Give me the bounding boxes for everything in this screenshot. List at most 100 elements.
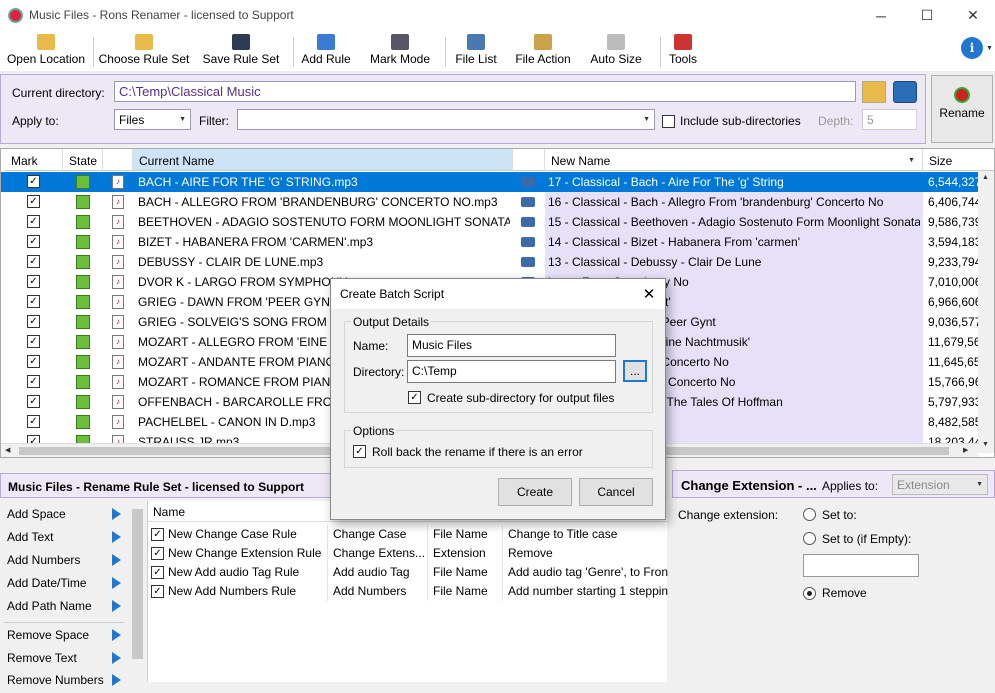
rule-row[interactable]: ✓ New Change Extension Rule Change Extens.…	[148, 544, 668, 563]
add-path-name-action[interactable]: Add Path Name	[7, 599, 92, 619]
col-new-icon[interactable]	[513, 149, 545, 171]
mark-checkbox[interactable]: ✓	[27, 415, 40, 428]
rule-description: Add audio tag 'Genre', to Fron	[508, 565, 668, 579]
set-to-radio[interactable]	[803, 508, 816, 521]
remove-space-action[interactable]: Remove Space	[7, 628, 89, 648]
dialog-directory-input[interactable]: C:\Temp	[407, 360, 616, 383]
current-directory-value: C:\Temp\Classical Music	[119, 84, 261, 99]
state-icon	[76, 295, 90, 309]
mark-checkbox[interactable]: ✓	[27, 215, 40, 228]
audio-file-icon: ♪	[112, 375, 124, 389]
rule-applies: File Name	[433, 563, 503, 582]
arrow-icon[interactable]	[112, 554, 121, 566]
dialog-name-input[interactable]: Music Files	[407, 334, 616, 357]
add-rule-button[interactable]: Add Rule	[298, 33, 354, 69]
add-datetime-action[interactable]: Add Date/Time	[7, 576, 87, 596]
mark-checkbox[interactable]: ✓	[27, 235, 40, 248]
state-icon	[76, 415, 90, 429]
col-state[interactable]: State	[63, 149, 103, 171]
refresh-icon[interactable]	[893, 81, 917, 103]
create-subdir-checkbox[interactable]: ✓	[408, 391, 421, 404]
browse-button[interactable]: ...	[623, 360, 647, 382]
minimize-icon[interactable]: ─	[858, 0, 904, 31]
table-row[interactable]: ✓ ♪ BACH - ALLEGRO FROM 'BRANDENBURG' CONC…	[1, 192, 994, 212]
new-name-icon	[521, 177, 535, 187]
remove-numbers-action[interactable]: Remove Numbers	[7, 673, 104, 693]
col-mark[interactable]: Mark	[5, 149, 63, 171]
depth-spinner[interactable]: 5	[862, 109, 917, 130]
col-icon[interactable]	[103, 149, 133, 171]
current-name-cell: BACH - ALLEGRO FROM 'BRANDENBURG' CONCER…	[138, 195, 498, 209]
mark-checkbox[interactable]: ✓	[27, 275, 40, 288]
arrow-icon[interactable]	[112, 531, 121, 543]
actions-scrollbar[interactable]	[130, 501, 145, 682]
save-rule-set-button[interactable]: Save Rule Set	[200, 33, 282, 69]
col-current-name[interactable]: Current Name	[133, 149, 513, 171]
col-size[interactable]: Size	[923, 149, 994, 171]
mark-checkbox[interactable]: ✓	[27, 335, 40, 348]
close-icon[interactable]: ✕	[950, 0, 995, 31]
arrow-icon[interactable]	[112, 629, 121, 641]
filter-input[interactable]: ▼	[237, 109, 655, 130]
table-row[interactable]: ✓ ♪ BIZET - HABANERA FROM 'CARMEN'.mp3 14 -…	[1, 232, 994, 252]
file-action-button[interactable]: File Action	[511, 33, 575, 69]
arrow-icon[interactable]	[112, 674, 121, 686]
table-row[interactable]: ✓ ♪ DEBUSSY - CLAIR DE LUNE.mp3 13 - Classi…	[1, 252, 994, 272]
add-text-action[interactable]: Add Text	[7, 530, 53, 550]
cancel-button[interactable]: Cancel	[579, 478, 653, 506]
apply-to-select[interactable]: Files ▼	[114, 109, 191, 130]
auto-size-button[interactable]: Auto Size	[588, 33, 644, 69]
tools-button[interactable]: Tools	[666, 33, 700, 69]
applies-to-select[interactable]: Extension ▼	[892, 474, 988, 495]
mark-checkbox[interactable]: ✓	[27, 195, 40, 208]
audio-file-icon: ♪	[112, 215, 124, 229]
col-new-name[interactable]: New Name	[545, 149, 923, 171]
rule-row[interactable]: ✓ New Add audio Tag Rule Add audio Tag File…	[148, 563, 668, 582]
table-row[interactable]: ✓ ♪ BEETHOVEN - ADAGIO SOSTENUTO FORM MOON…	[1, 212, 994, 232]
rule-enabled-checkbox[interactable]: ✓	[151, 547, 164, 560]
file-list-button[interactable]: File List	[451, 33, 501, 69]
rule-enabled-checkbox[interactable]: ✓	[151, 566, 164, 579]
state-icon	[76, 395, 90, 409]
open-location-button[interactable]: Open Location	[4, 33, 88, 69]
rule-enabled-checkbox[interactable]: ✓	[151, 528, 164, 541]
rule-name: New Change Extension Rule	[168, 544, 328, 563]
include-subdirs-checkbox[interactable]	[662, 115, 675, 128]
create-button[interactable]: Create	[498, 478, 572, 506]
vertical-scrollbar[interactable]: ▲ ▼	[978, 171, 994, 453]
rules-name-header[interactable]: Name	[153, 505, 185, 519]
rule-enabled-checkbox[interactable]: ✓	[151, 585, 164, 598]
add-space-action[interactable]: Add Space	[7, 507, 66, 527]
mark-checkbox[interactable]: ✓	[27, 315, 40, 328]
rollback-checkbox[interactable]: ✓	[353, 445, 366, 458]
depth-value: 5	[867, 113, 874, 127]
size-cell: 9,586,739	[928, 215, 978, 229]
mark-checkbox[interactable]: ✓	[27, 395, 40, 408]
maximize-icon[interactable]: ☐	[904, 0, 950, 31]
choose-rule-set-button[interactable]: Choose Rule Set	[98, 33, 190, 69]
tools-label: Tools	[668, 52, 697, 66]
arrow-icon[interactable]	[112, 577, 121, 589]
rule-row[interactable]: ✓ New Add Numbers Rule Add Numbers File Nam…	[148, 582, 668, 601]
rule-row[interactable]: ✓ New Change Case Rule Change Case File Nam…	[148, 525, 668, 544]
mark-checkbox[interactable]: ✓	[27, 375, 40, 388]
remove-radio[interactable]	[803, 587, 816, 600]
browse-folder-icon[interactable]	[862, 81, 886, 103]
extension-input[interactable]	[803, 554, 919, 577]
arrow-icon[interactable]	[112, 508, 121, 520]
mark-checkbox[interactable]: ✓	[27, 175, 40, 188]
add-numbers-action[interactable]: Add Numbers	[7, 553, 80, 573]
mark-checkbox[interactable]: ✓	[27, 295, 40, 308]
mark-checkbox[interactable]: ✓	[27, 255, 40, 268]
arrow-icon[interactable]	[112, 652, 121, 664]
arrow-icon[interactable]	[112, 600, 121, 612]
mark-checkbox[interactable]: ✓	[27, 355, 40, 368]
table-row[interactable]: ✓ ♪ BACH - AIRE FOR THE 'G' STRING.mp3 17 -…	[1, 172, 994, 192]
dialog-close-icon[interactable]: ✕	[637, 283, 661, 305]
mark-mode-button[interactable]: Mark Mode	[366, 33, 434, 69]
set-if-empty-radio[interactable]	[803, 532, 816, 545]
rename-button[interactable]: Rename	[931, 75, 993, 143]
info-icon[interactable]: i	[961, 37, 983, 59]
remove-text-action[interactable]: Remove Text	[7, 651, 77, 671]
current-directory-field[interactable]: C:\Temp\Classical Music	[114, 81, 856, 102]
